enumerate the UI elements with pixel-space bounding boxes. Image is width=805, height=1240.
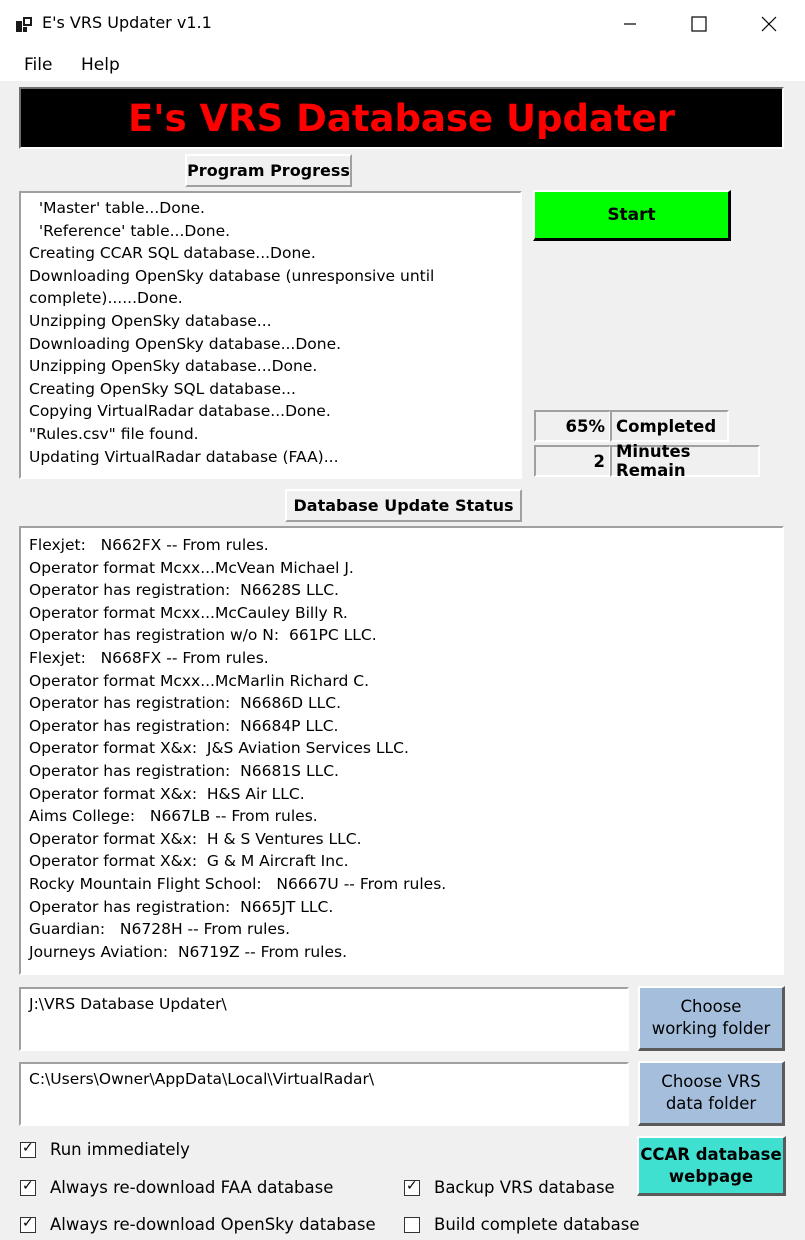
progress-line: Updating VirtualRadar database (FAA)... (29, 447, 339, 466)
menu-file[interactable]: File (24, 55, 52, 75)
status-line: Operator format X&x: G & M Aircraft Inc. (29, 852, 349, 871)
redownload-faa-label: Always re-download FAA database (50, 1178, 334, 1197)
start-button[interactable]: Start (533, 190, 731, 241)
close-button[interactable] (734, 0, 804, 48)
status-line: Operator format X&x: H & S Ventures LLC. (29, 829, 362, 848)
progress-line: 'Reference' table...Done. (29, 221, 231, 240)
progress-line: "Rules.csv" file found. (29, 424, 199, 443)
status-line: Guardian: N6728H -- From rules. (29, 920, 291, 939)
banner-title: E's VRS Database Updater (128, 96, 675, 140)
ccar-button-line2: webpage (668, 1166, 754, 1186)
status-line: Flexjet: N668FX -- From rules. (29, 648, 269, 667)
status-line: Flexjet: N662FX -- From rules. (29, 536, 269, 554)
progress-line: Downloading OpenSky database...Done. (29, 334, 342, 353)
status-line: Operator has registration: N665JT LLC. (29, 897, 334, 916)
percent-completed-value: 65% (534, 410, 611, 442)
status-line: Operator format Mcxx...McCauley Billy R. (29, 603, 348, 622)
progress-line: Unzipping OpenSky database...Done. (29, 357, 318, 376)
status-line: Operator format X&x: H&S Air LLC. (29, 784, 305, 803)
minimize-button[interactable] (595, 0, 665, 48)
close-icon (761, 16, 777, 32)
build-complete-checkbox[interactable]: Build complete database (404, 1215, 639, 1234)
menu-bar (0, 48, 805, 82)
status-line: Operator has registration w/o N: 661PC L… (29, 626, 377, 645)
checkbox-box[interactable] (404, 1216, 420, 1233)
choose-working-folder-line1: Choose (680, 997, 742, 1016)
run-immediately-label: Run immediately (50, 1140, 190, 1159)
choose-working-folder-line2: working folder (651, 1019, 771, 1038)
progress-line: 'Master' table...Done. (29, 199, 205, 217)
app-banner: E's VRS Database Updater (19, 87, 784, 149)
choose-vrs-folder-line2: data folder (665, 1094, 757, 1113)
app-window-icon (14, 14, 34, 34)
progress-line: Copying VirtualRadar database...Done. (29, 402, 331, 421)
choose-vrs-data-folder-button[interactable]: Choose VRS data folder (638, 1061, 785, 1126)
progress-line: complete)......Done. (29, 289, 183, 308)
percent-completed-label: Completed (610, 410, 729, 442)
ccar-database-webpage-button[interactable]: CCAR database webpage (637, 1136, 786, 1196)
build-complete-label: Build complete database (434, 1215, 640, 1234)
checkbox-box[interactable] (404, 1178, 420, 1196)
status-line: Operator has registration: N6628S LLC. (29, 581, 339, 600)
minimize-icon (624, 23, 636, 25)
redownload-opensky-checkbox[interactable]: Always re-download OpenSky database (20, 1215, 376, 1234)
choose-vrs-folder-line1: Choose VRS (661, 1072, 761, 1091)
progress-line: Creating CCAR SQL database...Done. (29, 244, 316, 263)
maximize-icon (691, 16, 707, 32)
status-line: Journeys Aviation: N6719Z -- From rules. (29, 942, 348, 961)
window-title: E's VRS Updater v1.1 (42, 13, 212, 32)
status-line: Operator format X&x: J&S Aviation Servic… (29, 739, 409, 758)
run-immediately-checkbox[interactable]: Run immediately (20, 1140, 190, 1159)
redownload-opensky-label: Always re-download OpenSky database (50, 1215, 376, 1234)
menu-help[interactable]: Help (81, 55, 120, 75)
vrs-data-folder-field[interactable]: C:\Users\Owner\AppData\Local\VirtualRada… (19, 1062, 629, 1126)
status-line: Operator has registration: N6681S LLC. (29, 761, 339, 780)
choose-working-folder-button[interactable]: Choose working folder (638, 986, 785, 1051)
checkbox-box[interactable] (20, 1140, 36, 1158)
maximize-button[interactable] (664, 0, 734, 48)
database-update-status-label: Database Update Status (285, 489, 522, 522)
minutes-remain-label: Minutes Remain (610, 442, 760, 480)
status-line: Operator has registration: N6684P LLC. (29, 716, 339, 735)
status-line: Rocky Mountain Flight School: N6667U -- … (29, 874, 447, 893)
progress-line: Downloading OpenSky database (unresponsi… (29, 266, 435, 285)
program-progress-label: Program Progress (185, 154, 352, 187)
checkbox-box[interactable] (20, 1178, 36, 1196)
status-line: Aims College: N667LB -- From rules. (29, 807, 318, 826)
progress-line: Unzipping OpenSky database... (29, 311, 272, 330)
status-line: Operator has registration: N6686D LLC. (29, 694, 342, 713)
minutes-remain-value: 2 (534, 445, 611, 477)
status-line: Operator format Mcxx...McMarlin Richard … (29, 671, 370, 690)
database-update-status-log[interactable]: Flexjet: N662FX -- From rules. Operator … (19, 526, 784, 975)
backup-vrs-checkbox[interactable]: Backup VRS database (404, 1178, 615, 1197)
backup-vrs-label: Backup VRS database (434, 1178, 615, 1197)
status-line: Operator format Mcxx...McVean Michael J. (29, 558, 354, 577)
progress-line: Creating OpenSky SQL database... (29, 379, 296, 398)
ccar-button-line1: CCAR database (640, 1144, 782, 1164)
checkbox-box[interactable] (20, 1215, 36, 1233)
working-folder-field[interactable]: J:\VRS Database Updater\ (19, 987, 629, 1051)
redownload-faa-checkbox[interactable]: Always re-download FAA database (20, 1178, 333, 1197)
program-progress-log[interactable]: 'Master' table...Done. 'Reference' table… (19, 191, 522, 479)
